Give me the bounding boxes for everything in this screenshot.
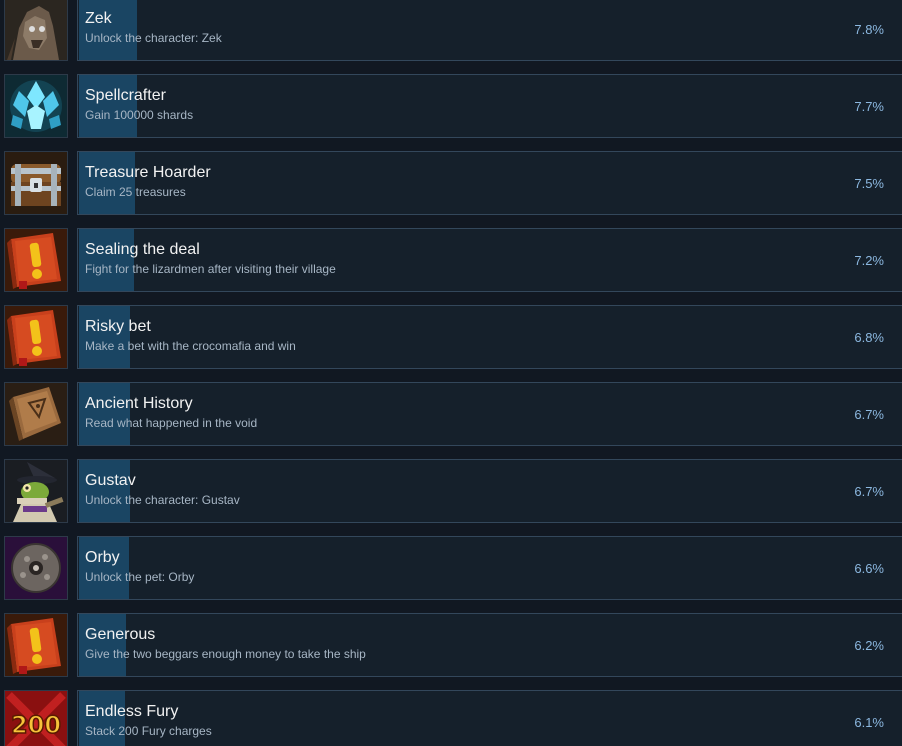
zek-portrait-icon (4, 0, 68, 61)
achievement-card: Sealing the deal Fight for the lizardmen… (77, 228, 902, 292)
unlock-percent-bar (79, 75, 137, 137)
achievement-description: Make a bet with the crocomafia and win (85, 339, 296, 353)
achievement-row: Gustav Unlock the character: Gustav 6.7% (0, 459, 902, 536)
achievement-description: Claim 25 treasures (85, 185, 186, 199)
achievement-card: Gustav Unlock the character: Gustav 6.7% (77, 459, 902, 523)
achievement-row: Generous Give the two beggars enough mon… (0, 613, 902, 690)
achievement-card: Ancient History Read what happened in th… (77, 382, 902, 446)
achievement-card: Risky bet Make a bet with the crocomafia… (77, 305, 902, 369)
achievement-row: Treasure Hoarder Claim 25 treasures 7.5% (0, 151, 902, 228)
unlock-percent: 7.8% (854, 22, 884, 37)
unlock-percent: 6.7% (854, 407, 884, 422)
achievement-title: Sealing the deal (85, 241, 200, 258)
achievement-description: Give the two beggars enough money to tak… (85, 647, 366, 661)
unlock-percent-bar (79, 460, 130, 522)
exclamation-book-icon (4, 228, 68, 292)
achievement-card: Zek Unlock the character: Zek 7.8% (77, 0, 902, 61)
gustav-portrait-icon (4, 459, 68, 523)
achievement-row: Zek Unlock the character: Zek 7.8% (0, 0, 902, 74)
achievement-description: Fight for the lizardmen after visiting t… (85, 262, 336, 276)
achievement-list: Zek Unlock the character: Zek 7.8% Spell… (0, 0, 902, 746)
achievement-title: Risky bet (85, 318, 151, 335)
unlock-percent-bar (79, 383, 130, 445)
achievement-row: Risky bet Make a bet with the crocomafia… (0, 305, 902, 382)
unlock-percent: 7.2% (854, 253, 884, 268)
achievement-row: 200 Endless Fury Stack 200 Fury charges … (0, 690, 902, 746)
achievement-card: Orby Unlock the pet: Orby 6.6% (77, 536, 902, 600)
achievement-title: Zek (85, 10, 112, 27)
achievement-title: Orby (85, 549, 120, 566)
fury-200-icon-text: 200 (11, 711, 61, 739)
achievement-card: Endless Fury Stack 200 Fury charges 6.1% (77, 690, 902, 746)
unlock-percent-bar (79, 537, 129, 599)
unlock-percent: 6.8% (854, 330, 884, 345)
achievement-card: Treasure Hoarder Claim 25 treasures 7.5% (77, 151, 902, 215)
achievement-description: Read what happened in the void (85, 416, 258, 430)
fury-200-icon: 200 (4, 690, 68, 746)
achievement-card: Spellcrafter Gain 100000 shards 7.7% (77, 74, 902, 138)
achievement-row: Ancient History Read what happened in th… (0, 382, 902, 459)
unlock-percent: 6.2% (854, 638, 884, 653)
achievement-description: Gain 100000 shards (85, 108, 194, 122)
unlock-percent-bar (79, 229, 134, 291)
achievement-row: Spellcrafter Gain 100000 shards 7.7% (0, 74, 902, 151)
treasure-chest-icon (4, 151, 68, 215)
achievement-row: Sealing the deal Fight for the lizardmen… (0, 228, 902, 305)
crystal-shards-icon (4, 74, 68, 138)
unlock-percent: 7.7% (854, 99, 884, 114)
achievement-title: Ancient History (85, 395, 193, 412)
unlock-percent-bar (79, 152, 135, 214)
unlock-percent: 7.5% (854, 176, 884, 191)
orb-pet-icon (4, 536, 68, 600)
ancient-book-icon (4, 382, 68, 446)
achievement-description: Unlock the character: Gustav (85, 493, 240, 507)
achievement-description: Unlock the character: Zek (85, 31, 222, 45)
achievement-title: Generous (85, 626, 156, 643)
achievement-card: Generous Give the two beggars enough mon… (77, 613, 902, 677)
unlock-percent-bar (79, 306, 130, 368)
unlock-percent: 6.7% (854, 484, 884, 499)
unlock-percent: 6.1% (854, 715, 884, 730)
exclamation-book-icon (4, 305, 68, 369)
achievement-title: Treasure Hoarder (85, 164, 211, 181)
achievement-description: Stack 200 Fury charges (85, 724, 212, 738)
exclamation-book-icon (4, 613, 68, 677)
unlock-percent: 6.6% (854, 561, 884, 576)
achievement-title: Spellcrafter (85, 87, 166, 104)
achievement-row: Orby Unlock the pet: Orby 6.6% (0, 536, 902, 613)
unlock-percent-bar (79, 0, 137, 60)
unlock-percent-bar (79, 614, 126, 676)
achievement-description: Unlock the pet: Orby (85, 570, 195, 584)
achievement-title: Gustav (85, 472, 136, 489)
achievement-title: Endless Fury (85, 703, 179, 720)
